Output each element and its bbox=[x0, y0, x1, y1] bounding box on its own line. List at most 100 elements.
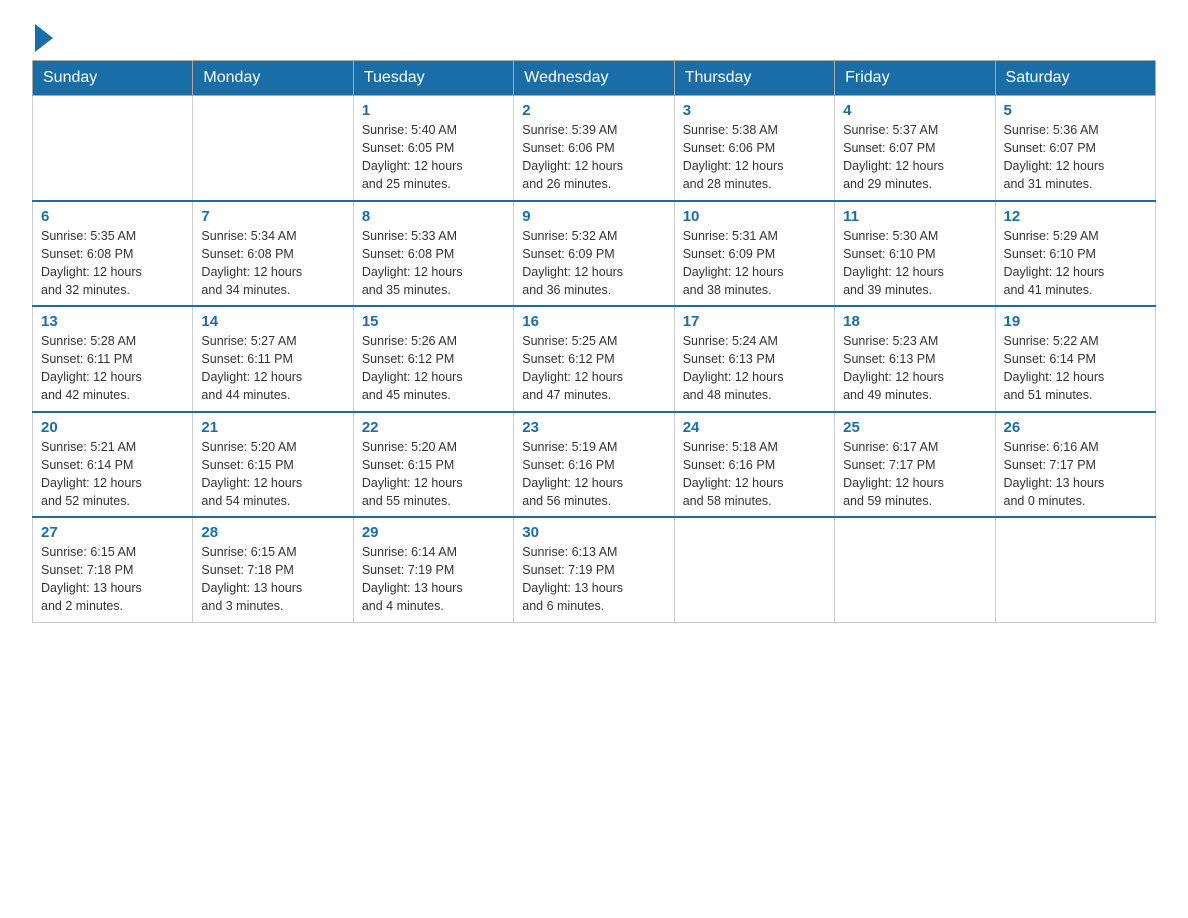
calendar-week-row: 6 Sunrise: 5:35 AM Sunset: 6:08 PM Daylig… bbox=[33, 201, 1156, 307]
calendar-cell: 11 Sunrise: 5:30 AM Sunset: 6:10 PM Dayli… bbox=[835, 201, 995, 307]
calendar-cell: 24Sunrise: 5:18 AM Sunset: 6:16 PM Dayli… bbox=[674, 412, 834, 518]
calendar-cell: 15Sunrise: 5:26 AM Sunset: 6:12 PM Dayli… bbox=[353, 306, 513, 412]
day-number: 26 bbox=[1004, 419, 1147, 436]
day-number: 10 bbox=[683, 208, 826, 225]
calendar-cell bbox=[193, 96, 353, 201]
calendar-cell: 26 Sunrise: 6:16 AM Sunset: 7:17 PM Dayli… bbox=[995, 412, 1155, 518]
calendar-table: SundayMondayTuesdayWednesdayThursdayFrid… bbox=[32, 60, 1156, 623]
calendar-week-row: 1 Sunrise: 5:40 AM Sunset: 6:05 PM Daylig… bbox=[33, 96, 1156, 201]
day-number: 27 bbox=[41, 524, 184, 541]
weekday-header-saturday: Saturday bbox=[995, 61, 1155, 96]
calendar-cell bbox=[674, 517, 834, 622]
day-info: Sunrise: 5:32 AM Sunset: 6:09 PM Dayligh… bbox=[522, 227, 665, 300]
calendar-cell: 20 Sunrise: 5:21 AM Sunset: 6:14 PM Dayli… bbox=[33, 412, 193, 518]
day-info: Sunrise: 6:15 AM Sunset: 7:18 PM Dayligh… bbox=[41, 543, 184, 616]
day-number: 13 bbox=[41, 313, 184, 330]
day-number: 23 bbox=[522, 419, 665, 436]
calendar-cell: 12 Sunrise: 5:29 AM Sunset: 6:10 PM Dayli… bbox=[995, 201, 1155, 307]
day-info: Sunrise: 6:17 AM Sunset: 7:17 PM Dayligh… bbox=[843, 438, 986, 511]
day-number: 9 bbox=[522, 208, 665, 225]
day-info: Sunrise: 5:40 AM Sunset: 6:05 PM Dayligh… bbox=[362, 121, 505, 194]
calendar-cell: 25 Sunrise: 6:17 AM Sunset: 7:17 PM Dayli… bbox=[835, 412, 995, 518]
calendar-cell: 6 Sunrise: 5:35 AM Sunset: 6:08 PM Daylig… bbox=[33, 201, 193, 307]
day-info: Sunrise: 5:20 AM Sunset: 6:15 PM Dayligh… bbox=[201, 438, 344, 511]
day-info: Sunrise: 6:15 AM Sunset: 7:18 PM Dayligh… bbox=[201, 543, 344, 616]
day-info: Sunrise: 5:25 AM Sunset: 6:12 PM Dayligh… bbox=[522, 332, 665, 405]
calendar-cell: 18Sunrise: 5:23 AM Sunset: 6:13 PM Dayli… bbox=[835, 306, 995, 412]
calendar-cell: 27 Sunrise: 6:15 AM Sunset: 7:18 PM Dayli… bbox=[33, 517, 193, 622]
page-header bbox=[32, 24, 1156, 48]
calendar-cell: 1 Sunrise: 5:40 AM Sunset: 6:05 PM Daylig… bbox=[353, 96, 513, 201]
calendar-cell: 17 Sunrise: 5:24 AM Sunset: 6:13 PM Dayli… bbox=[674, 306, 834, 412]
day-number: 2 bbox=[522, 102, 665, 119]
calendar-week-row: 20 Sunrise: 5:21 AM Sunset: 6:14 PM Dayli… bbox=[33, 412, 1156, 518]
calendar-cell: 29Sunrise: 6:14 AM Sunset: 7:19 PM Dayli… bbox=[353, 517, 513, 622]
calendar-cell: 8 Sunrise: 5:33 AM Sunset: 6:08 PM Daylig… bbox=[353, 201, 513, 307]
day-number: 8 bbox=[362, 208, 505, 225]
day-info: Sunrise: 6:16 AM Sunset: 7:17 PM Dayligh… bbox=[1004, 438, 1147, 511]
calendar-cell: 5Sunrise: 5:36 AM Sunset: 6:07 PM Daylig… bbox=[995, 96, 1155, 201]
day-info: Sunrise: 5:31 AM Sunset: 6:09 PM Dayligh… bbox=[683, 227, 826, 300]
day-number: 19 bbox=[1004, 313, 1147, 330]
calendar-cell: 7 Sunrise: 5:34 AM Sunset: 6:08 PM Daylig… bbox=[193, 201, 353, 307]
calendar-cell: 2Sunrise: 5:39 AM Sunset: 6:06 PM Daylig… bbox=[514, 96, 674, 201]
weekday-header-sunday: Sunday bbox=[33, 61, 193, 96]
calendar-week-row: 13 Sunrise: 5:28 AM Sunset: 6:11 PM Dayli… bbox=[33, 306, 1156, 412]
day-number: 21 bbox=[201, 419, 344, 436]
day-info: Sunrise: 5:21 AM Sunset: 6:14 PM Dayligh… bbox=[41, 438, 184, 511]
day-number: 12 bbox=[1004, 208, 1147, 225]
day-number: 3 bbox=[683, 102, 826, 119]
calendar-cell: 3 Sunrise: 5:38 AM Sunset: 6:06 PM Daylig… bbox=[674, 96, 834, 201]
calendar-week-row: 27 Sunrise: 6:15 AM Sunset: 7:18 PM Dayli… bbox=[33, 517, 1156, 622]
calendar-cell: 22 Sunrise: 5:20 AM Sunset: 6:15 PM Dayli… bbox=[353, 412, 513, 518]
calendar-cell bbox=[835, 517, 995, 622]
day-info: Sunrise: 5:18 AM Sunset: 6:16 PM Dayligh… bbox=[683, 438, 826, 511]
weekday-header-friday: Friday bbox=[835, 61, 995, 96]
calendar-cell: 4Sunrise: 5:37 AM Sunset: 6:07 PM Daylig… bbox=[835, 96, 995, 201]
day-info: Sunrise: 5:33 AM Sunset: 6:08 PM Dayligh… bbox=[362, 227, 505, 300]
calendar-cell bbox=[995, 517, 1155, 622]
logo bbox=[32, 24, 53, 48]
weekday-header-thursday: Thursday bbox=[674, 61, 834, 96]
day-number: 1 bbox=[362, 102, 505, 119]
calendar-cell: 23 Sunrise: 5:19 AM Sunset: 6:16 PM Dayli… bbox=[514, 412, 674, 518]
day-number: 5 bbox=[1004, 102, 1147, 119]
day-info: Sunrise: 6:14 AM Sunset: 7:19 PM Dayligh… bbox=[362, 543, 505, 616]
calendar-cell: 21 Sunrise: 5:20 AM Sunset: 6:15 PM Dayli… bbox=[193, 412, 353, 518]
day-info: Sunrise: 5:29 AM Sunset: 6:10 PM Dayligh… bbox=[1004, 227, 1147, 300]
day-number: 6 bbox=[41, 208, 184, 225]
day-info: Sunrise: 5:38 AM Sunset: 6:06 PM Dayligh… bbox=[683, 121, 826, 194]
day-info: Sunrise: 5:35 AM Sunset: 6:08 PM Dayligh… bbox=[41, 227, 184, 300]
day-info: Sunrise: 5:30 AM Sunset: 6:10 PM Dayligh… bbox=[843, 227, 986, 300]
day-info: Sunrise: 5:20 AM Sunset: 6:15 PM Dayligh… bbox=[362, 438, 505, 511]
day-info: Sunrise: 5:26 AM Sunset: 6:12 PM Dayligh… bbox=[362, 332, 505, 405]
day-number: 4 bbox=[843, 102, 986, 119]
calendar-cell: 10 Sunrise: 5:31 AM Sunset: 6:09 PM Dayli… bbox=[674, 201, 834, 307]
logo-triangle-icon bbox=[35, 24, 53, 52]
calendar-cell: 30 Sunrise: 6:13 AM Sunset: 7:19 PM Dayli… bbox=[514, 517, 674, 622]
calendar-cell: 14Sunrise: 5:27 AM Sunset: 6:11 PM Dayli… bbox=[193, 306, 353, 412]
day-info: Sunrise: 5:23 AM Sunset: 6:13 PM Dayligh… bbox=[843, 332, 986, 405]
day-info: Sunrise: 6:13 AM Sunset: 7:19 PM Dayligh… bbox=[522, 543, 665, 616]
day-info: Sunrise: 5:19 AM Sunset: 6:16 PM Dayligh… bbox=[522, 438, 665, 511]
day-info: Sunrise: 5:34 AM Sunset: 6:08 PM Dayligh… bbox=[201, 227, 344, 300]
day-info: Sunrise: 5:24 AM Sunset: 6:13 PM Dayligh… bbox=[683, 332, 826, 405]
day-number: 7 bbox=[201, 208, 344, 225]
day-number: 11 bbox=[843, 208, 986, 225]
calendar-cell: 28Sunrise: 6:15 AM Sunset: 7:18 PM Dayli… bbox=[193, 517, 353, 622]
calendar-cell: 19 Sunrise: 5:22 AM Sunset: 6:14 PM Dayli… bbox=[995, 306, 1155, 412]
calendar-cell bbox=[33, 96, 193, 201]
day-info: Sunrise: 5:27 AM Sunset: 6:11 PM Dayligh… bbox=[201, 332, 344, 405]
day-number: 22 bbox=[362, 419, 505, 436]
day-number: 20 bbox=[41, 419, 184, 436]
day-number: 17 bbox=[683, 313, 826, 330]
calendar-cell: 9 Sunrise: 5:32 AM Sunset: 6:09 PM Daylig… bbox=[514, 201, 674, 307]
day-number: 16 bbox=[522, 313, 665, 330]
day-number: 25 bbox=[843, 419, 986, 436]
weekday-header-tuesday: Tuesday bbox=[353, 61, 513, 96]
day-number: 30 bbox=[522, 524, 665, 541]
day-info: Sunrise: 5:28 AM Sunset: 6:11 PM Dayligh… bbox=[41, 332, 184, 405]
day-info: Sunrise: 5:22 AM Sunset: 6:14 PM Dayligh… bbox=[1004, 332, 1147, 405]
weekday-header-monday: Monday bbox=[193, 61, 353, 96]
weekday-header-wednesday: Wednesday bbox=[514, 61, 674, 96]
